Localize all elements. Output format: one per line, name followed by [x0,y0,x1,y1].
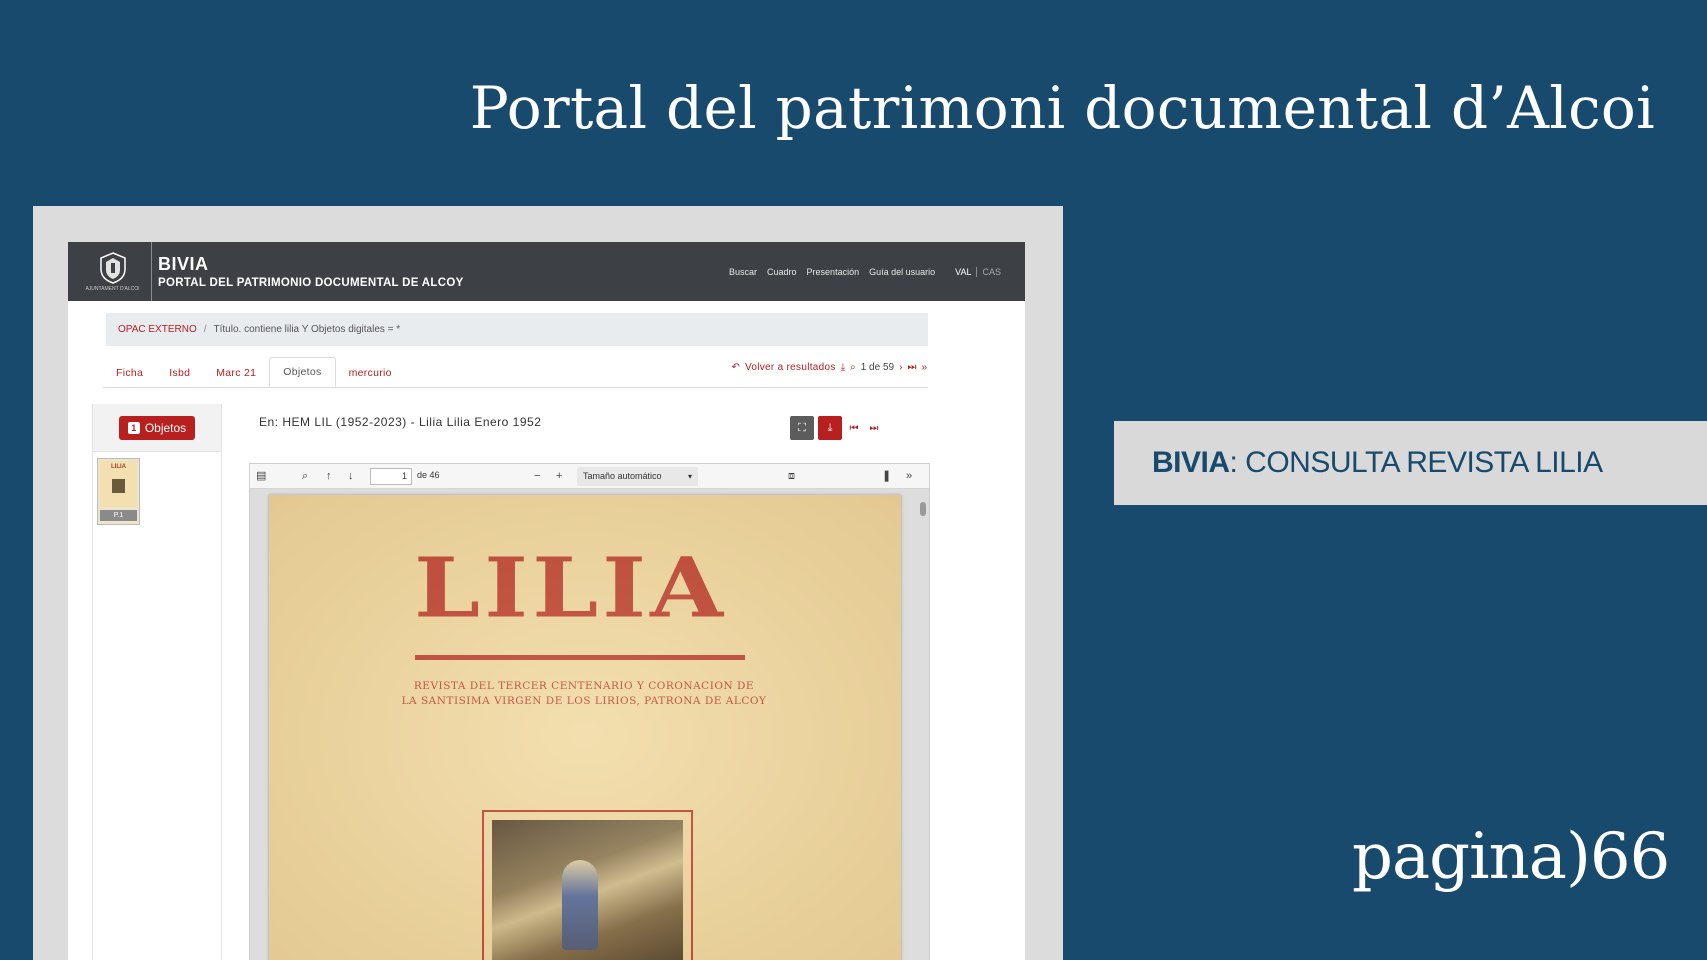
find-icon[interactable]: ⌕ [302,469,308,483]
previous-page-icon[interactable]: ↑ [326,469,332,483]
cover-painting [492,820,683,960]
objects-sidebar: 1 Objetos LILIA P.1 [92,404,222,960]
last-page-button[interactable]: ⏭ [866,416,882,440]
result-navigation: ↶ Volver a resultados ⤓ ⌕ 1 de 59 › ⏭ » [732,362,927,373]
presentation-mode-icon[interactable]: ⧈ [788,469,795,483]
ajuntament-logo[interactable]: AJUNTAMENT D'ALCOI [74,242,152,301]
pagina66-logo: pagina)66 [1352,820,1670,894]
first-page-button[interactable]: ⏮ [846,416,862,440]
download-icon[interactable]: ⤓ [841,362,845,373]
result-count: 1 de 59 [860,362,895,373]
breadcrumb-opac[interactable]: OPAC EXTERNO [118,324,197,335]
thumbnail-picture [112,479,125,493]
page-number-input[interactable]: 1 [370,468,412,485]
breadcrumb-query: Título. contiene lilia Y Objetos digital… [213,324,401,335]
top-navigation: Buscar Cuadro Presentación Guía del usua… [729,242,1001,301]
objects-label: Objetos [144,420,187,435]
thumbnail-title: LILIA [111,464,126,470]
brand-name: BIVIA [158,254,209,274]
logo-caption: AJUNTAMENT D'ALCOI [85,285,140,292]
zoom-value: Tamaño automático [583,471,662,481]
thumbnail-image: LILIA [100,461,137,507]
fullscreen-button[interactable]: ⛶ [790,416,814,440]
back-arrow-icon[interactable]: ↶ [732,362,740,373]
fast-forward-icon[interactable]: » [921,362,927,373]
skip-forward-icon: ⏭ [869,422,879,434]
slide-label: BIVIA: CONSULTA REVISTA LILIA [1114,421,1707,505]
thumbnail-page-label: P.1 [100,510,137,521]
search-icon[interactable]: ⌕ [850,362,856,373]
tab-ficha[interactable]: Ficha [103,359,156,387]
subtitle-line-2: LA SANTISIMA VIRGEN DE LOS LIRIOS, PATRO… [401,695,767,707]
tabs-divider [103,387,928,388]
objects-header: 1 Objetos [93,404,221,452]
tab-mercurio[interactable]: mercurio [336,359,405,387]
bookmark-icon[interactable]: ❚ [882,469,891,483]
language-switcher: VAL CAS [955,266,1001,277]
breadcrumb: OPAC EXTERNO / Título. contiene lilia Y … [106,313,928,346]
screenshot-frame: AJUNTAMENT D'ALCOI BIVIA PORTAL DEL PATR… [33,206,1063,960]
nav-buscar[interactable]: Buscar [729,267,757,277]
coat-of-arms-icon [99,251,126,284]
zoom-select[interactable]: Tamaño automático ▾ [577,467,698,486]
next-page-icon[interactable]: ↓ [348,469,354,483]
magazine-subtitle: REVISTA DEL TERCER CENTENARIO Y CORONACI… [389,679,779,709]
slide-title: Portal del patrimoni documental d’Alcoi [469,74,1655,142]
label-rest: : CONSULTA REVISTA LILIA [1229,446,1604,479]
scroll-thumb[interactable] [920,502,926,516]
subtitle-line-1: REVISTA DEL TERCER CENTENARIO Y CORONACI… [413,680,755,692]
page-thumbnail[interactable]: LILIA P.1 [97,458,140,525]
sidebar-toggle-icon[interactable]: ▤ [256,469,266,483]
brand-block[interactable]: BIVIA PORTAL DEL PATRIMONIO DOCUMENTAL D… [158,254,464,289]
nav-guia-usuario[interactable]: Guía del usuario [869,267,935,277]
lang-val[interactable]: VAL [955,266,978,277]
zoom-in-icon[interactable]: + [556,469,562,483]
app-header: AJUNTAMENT D'ALCOI BIVIA PORTAL DEL PATR… [68,242,1025,301]
objects-button[interactable]: 1 Objetos [118,415,196,440]
tab-objetos[interactable]: Objetos [269,357,336,387]
lang-cas[interactable]: CAS [977,267,1001,277]
pdf-page: LILIA REVISTA DEL TERCER CENTENARIO Y CO… [269,495,901,960]
tools-menu-icon[interactable]: » [906,469,912,483]
tab-marc21[interactable]: Marc 21 [203,359,269,387]
download-button[interactable]: ⤓ [818,416,842,440]
tab-isbd[interactable]: Isbd [156,359,203,387]
skip-back-icon: ⏮ [849,422,859,434]
magazine-title: LILIA [414,539,728,637]
cover-image-frame [482,810,693,960]
bivia-app-window: AJUNTAMENT D'ALCOI BIVIA PORTAL DEL PATR… [68,242,1025,960]
zoom-out-icon[interactable]: − [534,469,540,483]
viewer-toolbar: ▤ ⌕ ↑ ↓ 1 de 46 − + Tamaño automático ▾ … [250,464,929,489]
document-caption: En: HEM LIL (1952-2023) - Lilia Lilia En… [259,415,542,429]
nav-cuadro[interactable]: Cuadro [767,267,797,277]
document-actions: ⛶ ⤓ ⏮ ⏭ [790,416,882,440]
label-bold: BIVIA [1152,446,1230,479]
download-icon: ⤓ [827,421,833,434]
title-rule [415,655,745,660]
record-tabs: Ficha Isbd Marc 21 Objetos mercurio [103,357,405,387]
nav-presentacion[interactable]: Presentación [807,267,860,277]
chevron-down-icon: ▾ [687,472,692,481]
next-icon[interactable]: › [899,362,902,373]
viewer-scrollbar[interactable] [919,492,927,960]
back-to-results-link[interactable]: Volver a resultados [745,362,836,373]
objects-count-badge: 1 [127,421,140,434]
brand-subtitle: PORTAL DEL PATRIMONIO DOCUMENTAL DE ALCO… [158,277,464,289]
virgin-figure [562,860,598,950]
pdf-viewer: ▤ ⌕ ↑ ↓ 1 de 46 − + Tamaño automático ▾ … [249,463,930,960]
fullscreen-icon: ⛶ [798,421,806,434]
page-total: de 46 [417,470,440,480]
last-icon[interactable]: ⏭ [907,362,916,373]
breadcrumb-separator: / [203,324,207,335]
